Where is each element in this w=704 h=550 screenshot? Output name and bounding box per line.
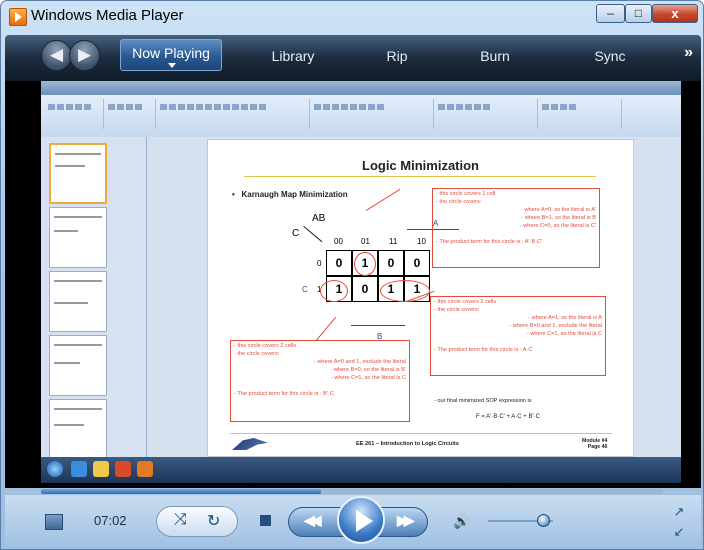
presentation-screenshot: Logic Minimization • Karnaugh Map Minimi…: [41, 81, 681, 483]
slide-thumbnail: [49, 143, 107, 204]
title-rule: [244, 176, 596, 177]
back-button[interactable]: ◀: [41, 40, 72, 71]
shuffle-repeat-group: [156, 506, 238, 537]
taskbar-app-icon: [137, 461, 153, 477]
stop-button[interactable]: [260, 515, 271, 526]
annotation-box-bottom-left: - this circle covers 2 cells - the circl…: [230, 340, 410, 422]
ribbon-group: [47, 99, 104, 129]
tab-sync[interactable]: Sync: [585, 44, 635, 68]
ppt-title-bar: [41, 81, 681, 95]
repeat-icon[interactable]: ↻: [207, 511, 220, 531]
tab-label: Now Playing: [132, 45, 210, 61]
volume-icon[interactable]: 🔊: [453, 513, 470, 530]
switch-to-library-icon[interactable]: ↗: [672, 505, 686, 519]
course-title: EE 261 – Introduction to Logic Circuits: [356, 441, 459, 447]
kmap-var-c: C: [292, 228, 300, 239]
tab-burn[interactable]: Burn: [470, 44, 520, 68]
bullet-text: Karnaugh Map Minimization: [241, 190, 348, 199]
more-tabs-button[interactable]: »: [684, 44, 693, 62]
title-bar[interactable]: Windows Media Player – □ x: [1, 1, 703, 31]
kmap-cell: 0: [404, 250, 430, 276]
kmap-cell: 0: [352, 276, 378, 302]
kmap-col-header: 10: [417, 237, 426, 246]
ppt-ribbon: [41, 95, 681, 138]
minimize-button[interactable]: –: [596, 4, 625, 23]
slide-thumbnail: [49, 271, 107, 332]
start-icon: [47, 461, 63, 477]
taskbar-app-icon: [71, 461, 87, 477]
circle-group-1: [354, 252, 376, 276]
sop-expression: F = A'·B·C' + A·C + B'·C: [476, 414, 540, 420]
slide-thumbnails-pane: [41, 137, 147, 460]
footer-rule: [230, 433, 612, 434]
slide-thumbnail: [49, 207, 107, 268]
close-button[interactable]: x: [652, 4, 698, 23]
ribbon-group: [107, 99, 156, 129]
kmap-cell: 0: [326, 250, 352, 276]
kmap-row-header: 0: [317, 259, 322, 268]
kmap-c-label: C: [302, 285, 308, 294]
module-label: Module #4 Page 46: [582, 438, 608, 450]
tab-rip[interactable]: Rip: [377, 44, 417, 68]
kmap-col-header: 01: [361, 237, 370, 246]
maximize-button[interactable]: □: [625, 4, 652, 23]
forward-button[interactable]: ▶: [69, 40, 100, 71]
pointer-line: [366, 188, 401, 211]
ribbon-group: [437, 99, 538, 129]
sop-caption: - our final minimized SOP expression is: [434, 398, 532, 404]
media-player-icon: [9, 8, 27, 26]
elapsed-time: 07:02: [94, 513, 127, 528]
video-area[interactable]: Logic Minimization • Karnaugh Map Minimi…: [5, 81, 701, 488]
ribbon-group: [541, 99, 622, 129]
annotation-box-middle-right: - this circle covers 2 cells - the circl…: [430, 296, 606, 376]
previous-button[interactable]: ◀◀: [304, 512, 321, 529]
media-player-window: Windows Media Player – □ x ◀ ▶ Now Playi…: [0, 0, 704, 550]
taskbar: [41, 457, 681, 483]
kmap-diagonal: [303, 226, 323, 243]
tab-now-playing[interactable]: Now Playing: [120, 39, 222, 71]
slide-thumbnail: [49, 399, 107, 460]
circle-group-2: [380, 280, 430, 302]
ribbon-group: [313, 99, 434, 129]
seek-bar-fill: [41, 489, 321, 494]
seek-bar[interactable]: [41, 489, 663, 494]
kmap-col-header: 00: [334, 237, 343, 246]
taskbar-app-icon: [115, 461, 131, 477]
slide-thumbnail: [49, 335, 107, 396]
kmap-cell: 0: [378, 250, 404, 276]
kmap-col-header: 11: [389, 237, 398, 246]
kmap-var-ab: AB: [312, 213, 326, 224]
tab-library[interactable]: Library: [253, 44, 333, 68]
shuffle-icon[interactable]: ⤨: [174, 511, 187, 529]
compact-mode-icon[interactable]: ↙: [672, 525, 686, 539]
chevron-down-icon[interactable]: [168, 63, 176, 68]
taskbar-app-icon: [93, 461, 109, 477]
slide-title: Logic Minimization: [362, 158, 479, 173]
kmap-b-bracket: [351, 325, 405, 326]
slide-footer: EE 261 – Introduction to Logic Circuits …: [208, 433, 633, 455]
slide-logic-minimization: Logic Minimization • Karnaugh Map Minimi…: [207, 139, 634, 457]
navigation-bar: ◀ ▶ Now Playing Library Rip Burn Sync »: [5, 35, 701, 81]
play-button[interactable]: [337, 496, 385, 544]
annotation-box-top-right: - this circle covers 1 cell - the circle…: [432, 188, 600, 268]
library-switch-icon[interactable]: [45, 514, 63, 530]
window-title: Windows Media Player: [31, 7, 184, 24]
circle-group-3: [320, 280, 348, 302]
next-button[interactable]: ▶▶: [397, 512, 414, 529]
university-logo: [232, 438, 268, 450]
ribbon-group: [159, 99, 310, 129]
slide-bullet: • Karnaugh Map Minimization: [232, 190, 348, 199]
